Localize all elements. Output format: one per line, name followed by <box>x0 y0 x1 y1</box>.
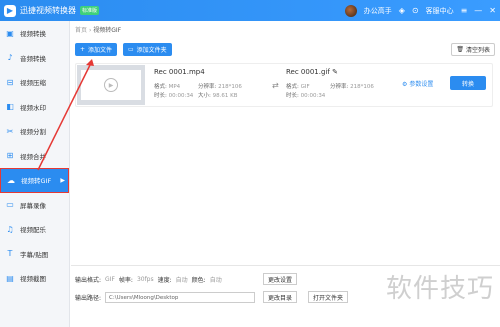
sidebar-item-label: 音频转换 <box>20 54 46 63</box>
target-resolution: 218*106 <box>350 84 374 90</box>
menu-icon[interactable]: ≡ <box>461 6 468 15</box>
settings-icon: ⚙ <box>402 81 408 88</box>
add-folder-button[interactable]: ▭ 添加文件夹 <box>123 43 172 56</box>
source-format: MP4 <box>168 84 181 90</box>
app-title: 迅捷视频转换器 <box>20 6 76 15</box>
vip-icon[interactable]: ◈ <box>399 6 405 15</box>
add-file-button[interactable]: + 添加文件 <box>75 43 118 56</box>
screen-record-icon: ▭ <box>6 200 14 210</box>
sidebar-item-6[interactable]: ☁ 视频转GIF ▶ <box>0 168 69 193</box>
play-icon[interactable]: ▶ <box>104 78 118 92</box>
split-icon: ✂ <box>6 126 14 136</box>
target-duration: 00:00:34 <box>300 93 326 99</box>
sidebar-item-4[interactable]: ✂ 视频分割 <box>0 119 69 144</box>
trash-icon: 🗑 <box>456 46 464 53</box>
sidebar-item-7[interactable]: ▭ 屏幕录像 <box>0 193 69 218</box>
close-icon[interactable]: ✕ <box>489 6 496 15</box>
source-size: 98.61 KB <box>212 93 238 99</box>
sidebar-item-2[interactable]: ⊟ 视频压缩 <box>0 70 69 95</box>
watermark-text: 软件技巧 <box>385 274 494 304</box>
file-row: ▶ Rec 0001.mp4 格式: MP4 分辨率: 218*106 时长: … <box>75 63 493 107</box>
active-arrow-icon: ▶ <box>60 176 65 184</box>
sidebar-item-label: 视频截图 <box>20 275 46 284</box>
video-convert-icon: ▣ <box>6 28 14 38</box>
breadcrumb: 首页 › 视频转GIF <box>75 27 122 34</box>
output-path-field[interactable]: C:\Users\Mloong\Desktop <box>105 292 256 303</box>
change-directory-button[interactable]: 更改目录 <box>263 291 298 303</box>
target-format: GIF <box>300 84 310 90</box>
sidebar: ▣ 视频转换 ♪ 音频转换 ⊟ 视频压缩 ◧ 视频水印 ✂ 视频分割 ⊞ 视频合并 ☁ 视频转GIF ▶ ▭ 屏… <box>0 21 70 327</box>
folder-icon: ▭ <box>128 46 134 53</box>
param-settings-link[interactable]: ⚙ 参数设置 <box>402 79 433 88</box>
convert-button[interactable]: 转换 <box>450 76 486 90</box>
watermark-icon: ◧ <box>6 102 14 112</box>
music-icon: ♫ <box>6 224 14 234</box>
sidebar-item-label: 视频合并 <box>20 152 46 161</box>
sidebar-item-label: 视频压缩 <box>20 79 46 88</box>
sidebar-item-label: 视频转GIF <box>21 177 52 186</box>
video-thumbnail[interactable]: ▶ <box>77 65 145 105</box>
sidebar-item-9[interactable]: T 字幕/贴图 <box>0 242 69 267</box>
clear-list-button[interactable]: 🗑 清空列表 <box>451 43 495 56</box>
source-file-name: Rec 0001.mp4 <box>154 68 205 76</box>
sidebar-item-label: 视频转换 <box>20 30 46 39</box>
username[interactable]: 办公高手 <box>364 6 392 16</box>
breadcrumb-current: 视频转GIF <box>93 27 122 34</box>
breadcrumb-home[interactable]: 首页 <box>75 27 87 34</box>
subtitle-icon: T <box>7 249 13 259</box>
convert-arrow-icon: ⇄ <box>272 81 279 90</box>
output-format: GIF <box>105 276 115 283</box>
minimize-icon[interactable]: — <box>474 6 482 15</box>
titlebar: ▶ 迅捷视频转换器 标准版 办公高手 ◈ ⊙ 客服中心 ≡ — ✕ <box>0 0 500 21</box>
sidebar-item-label: 字幕/贴图 <box>20 250 49 259</box>
target-file-name: Rec 0001.gif ✎ <box>286 68 338 76</box>
sidebar-item-8[interactable]: ♫ 视频配乐 <box>0 217 69 242</box>
sidebar-item-5[interactable]: ⊞ 视频合并 <box>0 144 69 169</box>
support-icon[interactable]: ⊙ <box>412 6 419 15</box>
output-speed: 自动 <box>175 277 188 284</box>
output-color: 自动 <box>209 277 222 284</box>
output-fps: 30fps <box>136 276 154 283</box>
source-duration: 00:00:34 <box>168 93 194 99</box>
edit-icon[interactable]: ✎ <box>332 68 338 76</box>
app-logo-icon: ▶ <box>4 4 16 17</box>
merge-icon: ⊞ <box>6 151 14 161</box>
compress-icon: ⊟ <box>6 77 14 87</box>
sidebar-item-3[interactable]: ◧ 视频水印 <box>0 95 69 120</box>
gif-icon: ☁ <box>7 175 15 185</box>
screenshot-icon: ▤ <box>6 273 14 283</box>
source-resolution: 218*106 <box>218 84 242 90</box>
sidebar-item-10[interactable]: ▤ 视频截图 <box>0 266 69 291</box>
version-badge: 标准版 <box>80 6 100 15</box>
support-link[interactable]: 客服中心 <box>426 6 454 16</box>
sidebar-item-1[interactable]: ♪ 音频转换 <box>0 46 69 71</box>
change-settings-button[interactable]: 更改设置 <box>263 273 298 285</box>
plus-icon: + <box>80 46 86 53</box>
sidebar-item-label: 视频分割 <box>20 128 46 137</box>
sidebar-item-label: 屏幕录像 <box>20 201 46 210</box>
open-folder-button[interactable]: 打开文件夹 <box>308 291 349 303</box>
sidebar-item-0[interactable]: ▣ 视频转换 <box>0 21 69 46</box>
sidebar-item-label: 视频水印 <box>20 103 46 112</box>
avatar[interactable] <box>344 4 357 17</box>
sidebar-item-label: 视频配乐 <box>20 226 46 235</box>
audio-convert-icon: ♪ <box>7 53 13 63</box>
